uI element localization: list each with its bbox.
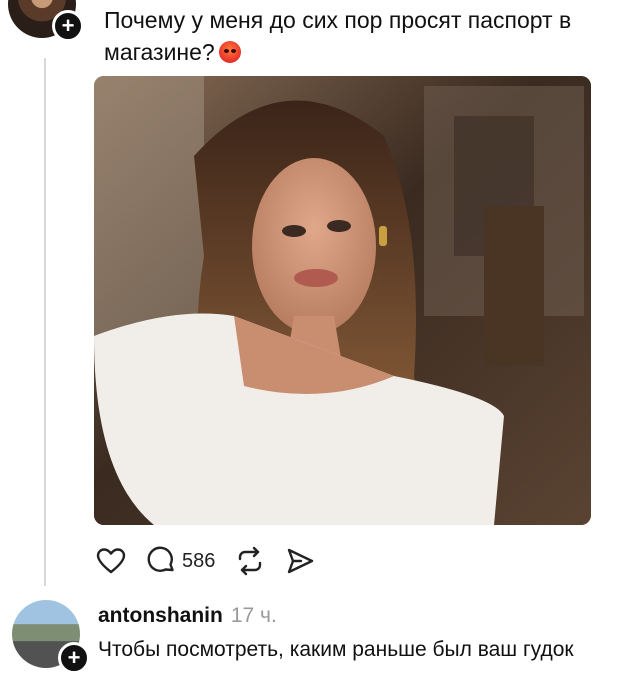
comment-count: 586 xyxy=(182,549,216,572)
comment-bubble-icon xyxy=(147,546,174,572)
reply-timestamp: 17 ч. xyxy=(230,604,277,627)
angry-face-emoji-icon xyxy=(218,41,241,63)
heart-icon xyxy=(96,548,126,574)
post-text: Почему у меня до сих пор просят паспорт … xyxy=(104,4,624,68)
reply-author-avatar[interactable]: + xyxy=(12,600,90,674)
thread-line xyxy=(44,58,46,586)
repost-icon xyxy=(239,546,262,576)
post-photo[interactable] xyxy=(94,76,591,525)
reply-username[interactable]: antonshanin xyxy=(98,604,223,627)
comment-button[interactable]: 586 xyxy=(146,546,215,576)
selfie-image xyxy=(94,76,591,525)
reply-header: antonshanin 17 ч. xyxy=(98,604,277,628)
reply-text: Чтобы посмотреть, каким раньше был ваш г… xyxy=(98,638,574,661)
post-text-content: Почему у меня до сих пор просят паспорт … xyxy=(104,7,572,65)
share-button[interactable] xyxy=(285,546,315,576)
send-icon xyxy=(288,548,314,574)
post-actions: 586 xyxy=(96,544,335,578)
like-button[interactable] xyxy=(96,547,126,575)
repost-button[interactable] xyxy=(235,546,265,576)
follow-plus-icon[interactable]: + xyxy=(52,10,84,42)
post-author-avatar[interactable]: + xyxy=(8,0,84,42)
follow-plus-icon[interactable]: + xyxy=(58,642,90,674)
